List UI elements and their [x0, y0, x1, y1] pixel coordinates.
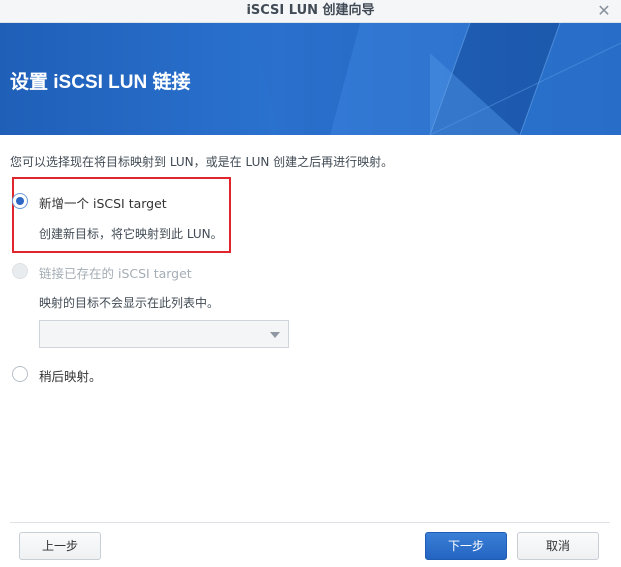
prev-button[interactable]: 上一步	[19, 532, 101, 560]
footer-divider	[10, 522, 610, 523]
radio-map-later[interactable]	[12, 366, 28, 382]
option-existing-target-label[interactable]: 链接已存在的 iSCSI target	[39, 263, 192, 282]
window-title: iSCSI LUN 创建向导	[246, 3, 375, 18]
option-map-later-label[interactable]: 稍后映射。	[39, 366, 102, 385]
close-icon[interactable]: ✕	[595, 0, 613, 22]
option-new-target-label[interactable]: 新增一个 iSCSI target	[39, 193, 167, 212]
radio-new-target[interactable]	[12, 193, 28, 209]
page-title: 设置 iSCSI LUN 链接	[10, 72, 191, 93]
radio-existing-target[interactable]	[12, 263, 28, 279]
next-button[interactable]: 下一步	[425, 532, 507, 560]
intro-text: 您可以选择现在将目标映射到 LUN，或是在 LUN 创建之后再进行映射。	[10, 155, 394, 169]
window-titlebar: iSCSI LUN 创建向导 ✕	[0, 0, 621, 23]
target-select[interactable]	[39, 320, 289, 348]
wizard-banner: 设置 iSCSI LUN 链接	[0, 23, 621, 135]
option-existing-target-description: 映射的目标不会显示在此列表中。	[39, 296, 220, 310]
option-new-target-description: 创建新目标，将它映射到此 LUN。	[39, 227, 223, 241]
chevron-down-icon	[270, 332, 280, 338]
cancel-button[interactable]: 取消	[517, 532, 599, 560]
